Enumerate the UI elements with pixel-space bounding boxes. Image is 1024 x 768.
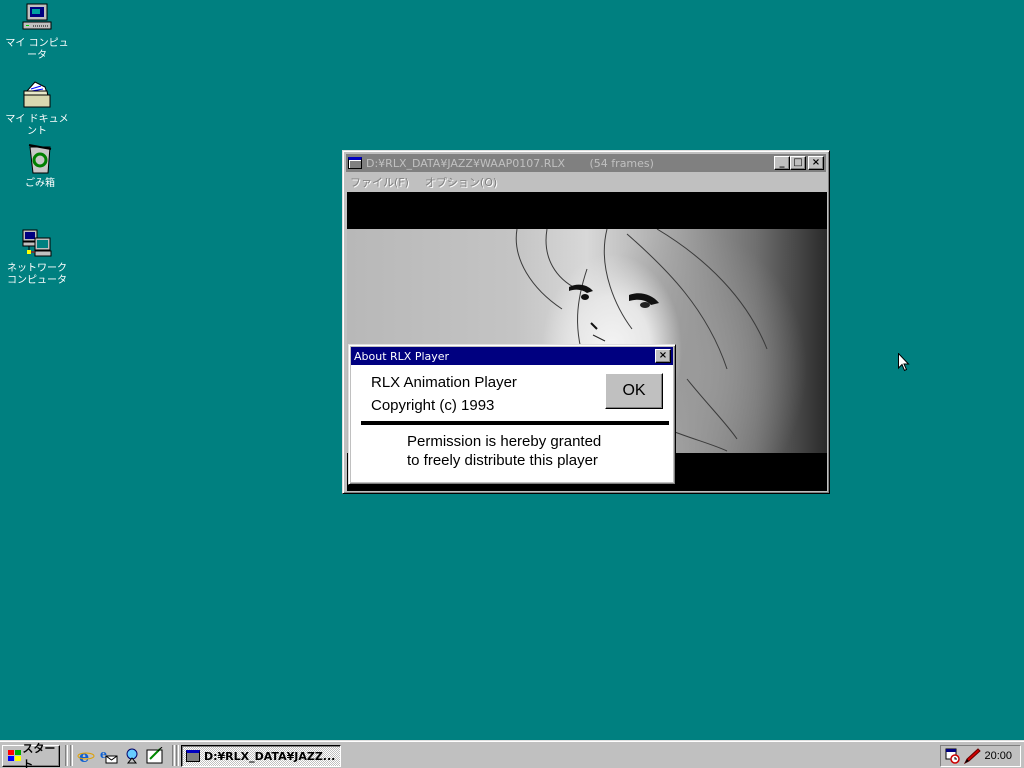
menu-options[interactable]: オプション(O) [425,174,497,190]
windows-logo-icon [6,749,21,763]
permission-text-line1: Permission is hereby granted [407,433,602,450]
network-neighborhood-icon [21,228,53,260]
taskbar-button-rlx-player[interactable]: D:¥RLX_DATA¥JAZZ... [181,745,341,767]
desktop-icon-my-documents[interactable]: マイ ドキュメント [1,79,73,138]
dialog-title: About RLX Player [354,349,450,363]
desktop-icon-label: マイ ドキュメント [5,114,69,137]
desktop-icon-label: ネットワーク コンピュータ [7,263,67,286]
maximize-button[interactable]: □ [790,156,806,170]
dialog-close-button[interactable]: × [655,349,671,363]
quick-launch-grip[interactable] [70,745,73,766]
taskbar-separator [172,745,175,766]
close-button[interactable]: × [808,156,824,170]
desktop-icon-label: ごみ箱 [25,178,55,189]
channels-icon[interactable] [123,747,141,765]
my-computer-icon [21,3,53,35]
taskbar: スタート e e D:¥RLX_DATA¥JAZZ... 20:00 [0,740,1024,768]
task-label: D:¥RLX_DATA¥JAZZ... [204,749,336,763]
about-dialog[interactable]: About RLX Player × RLX Animation Player … [348,344,676,485]
minimize-button[interactable]: _ [774,156,790,170]
system-tray: 20:00 [940,745,1021,767]
dialog-body: RLX Animation Player Copyright (c) 1993 … [351,365,673,482]
divider [361,421,669,425]
desktop-icon-my-computer[interactable]: マイ コンピュータ [1,3,73,62]
ok-button[interactable]: OK [605,373,663,409]
menu-bar: ファイル(F) オプション(O) [346,172,826,192]
window-title: D:¥RLX_DATA¥JAZZ¥WAAP0107.RLX (54 frames… [366,156,654,170]
desktop-icon-network-computer[interactable]: ネットワーク コンピュータ [1,228,73,287]
scheduler-icon[interactable] [945,748,961,767]
taskbar-separator [65,745,68,766]
clock[interactable]: 20:00 [984,750,1012,762]
start-label: スタート [22,742,56,768]
mouse-cursor-icon [898,352,910,375]
product-name: RLX Animation Player [371,374,517,391]
svg-text:e: e [79,747,89,765]
copyright-text: Copyright (c) 1993 [371,397,495,414]
menu-file[interactable]: ファイル(F) [350,174,409,190]
desktop-icon-recycle-bin[interactable]: ごみ箱 [4,143,76,190]
recycle-bin-icon [24,143,56,175]
start-button[interactable]: スタート [2,742,60,768]
task-area-grip[interactable] [176,745,179,766]
show-desktop-icon[interactable] [146,746,164,765]
app-window-icon[interactable] [348,157,362,169]
ime-pen-icon[interactable] [963,748,981,767]
outlook-express-icon[interactable]: e [100,747,118,765]
permission-text-line2: to freely distribute this player [407,452,598,469]
dialog-titlebar[interactable]: About RLX Player × [351,347,673,365]
window-titlebar[interactable]: D:¥RLX_DATA¥JAZZ¥WAAP0107.RLX (54 frames… [346,154,826,172]
my-documents-icon [21,79,53,111]
internet-explorer-icon[interactable]: e [77,747,95,766]
desktop-icon-label: マイ コンピュータ [5,38,69,61]
app-window-icon [186,750,200,762]
